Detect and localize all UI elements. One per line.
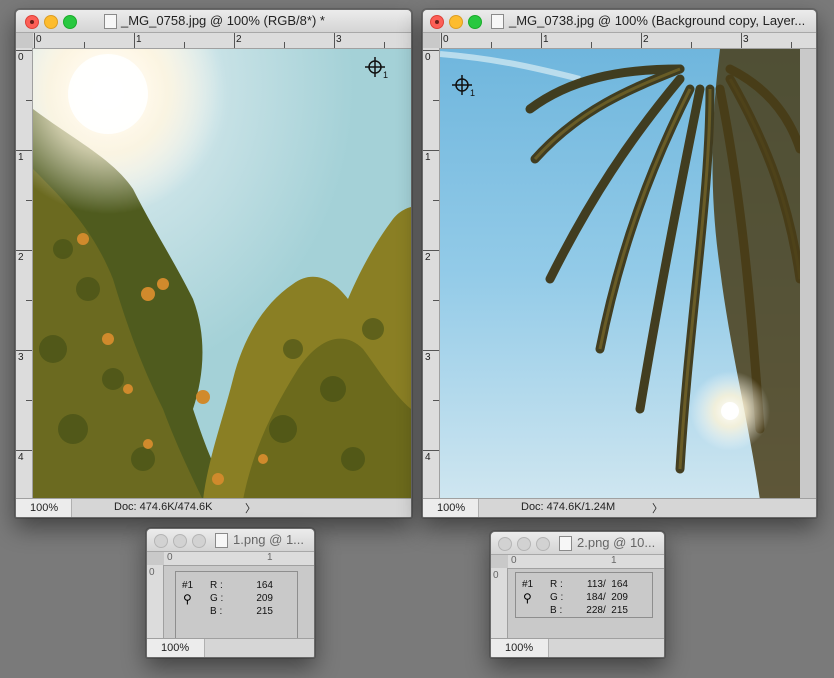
b-label: B : [210,606,223,617]
chevron-right-icon[interactable]: 〉 [652,500,663,516]
zoom-level[interactable]: 100% [16,499,72,517]
zoom-button[interactable] [63,15,77,29]
sampler-number: 1 [470,88,476,98]
window-title: 1.png @ 1... [233,532,305,547]
title-bar[interactable]: 1.png @ 1... [147,529,314,552]
vertical-ruler[interactable]: 0 1 2 3 4 [16,48,33,499]
horizontal-ruler[interactable]: 0 1 [508,555,664,569]
b-value: 215 [256,606,273,617]
vertical-ruler[interactable]: 0 1 2 3 4 [423,48,440,499]
minimize-button[interactable] [517,537,531,551]
status-bar: 100% Doc: 474.6K/474.6K 〉 [16,498,411,517]
sampler-id: #1 [522,579,534,590]
window-title: _MG_0758.jpg @ 100% (RGB/8*) * [121,13,325,28]
ruler-label: 4 [425,452,431,463]
ruler-label: 3 [336,34,342,45]
status-bar: 100% [147,638,314,657]
ruler-label: 3 [18,352,24,363]
image-canvas[interactable]: 1 [33,49,411,500]
color-sampler-icon[interactable]: 1 [452,75,476,99]
ruler-label: 0 [443,34,449,45]
status-bar: 100% Doc: 474.6K/1.24M 〉 [423,498,816,517]
r-value: 113/ 164 [587,579,628,590]
status-bar: 100% [491,638,664,657]
g-label: G : [550,592,564,603]
zoom-button[interactable] [536,537,550,551]
ruler-label: 1 [18,152,24,163]
title-bar[interactable]: _MG_0738.jpg @ 100% (Background copy, La… [423,10,816,33]
ruler-label: 0 [425,52,431,63]
vertical-ruler[interactable]: 0 [147,565,164,639]
doc-size[interactable]: Doc: 474.6K/474.6K [114,501,212,513]
ruler-label: 1 [425,152,431,163]
document-window-right[interactable]: _MG_0738.jpg @ 100% (Background copy, La… [422,9,817,518]
color-sampler-icon[interactable]: 1 [365,57,389,81]
zoom-button[interactable] [192,534,206,548]
doc-size[interactable]: Doc: 474.6K/1.24M [521,501,615,513]
b-value: 228/ 215 [586,605,628,616]
document-icon [559,536,572,551]
ruler-label: 1 [543,34,549,45]
document-icon [104,14,117,29]
vertical-ruler[interactable]: 0 [491,568,508,639]
window-title: _MG_0738.jpg @ 100% (Background copy, La… [509,13,806,28]
ruler-label: 2 [18,252,24,263]
image-canvas[interactable]: 1 [440,49,800,500]
sampler-id: #1 [182,580,194,591]
minimize-button[interactable] [44,15,58,29]
document-icon [491,14,504,29]
ruler-label: 0 [167,552,173,563]
horizontal-ruler[interactable]: 0 1 2 3 [440,33,816,49]
info-readout: #1 ⚲ R : G : B : 113/ 164 184/ 209 228/ … [515,572,653,618]
ruler-label: 0 [511,555,517,566]
ruler-label: 3 [425,352,431,363]
ruler-label: 4 [18,452,24,463]
horizontal-ruler[interactable]: 0 1 2 3 [33,33,411,49]
b-label: B : [550,605,563,616]
title-bar[interactable]: _MG_0758.jpg @ 100% (RGB/8*) * [16,10,411,33]
g-value: 184/ 209 [586,592,628,603]
ruler-label: 2 [643,34,649,45]
zoom-level[interactable]: 100% [491,639,549,657]
eyedropper-icon: ⚲ [523,591,532,605]
palm-tree-photo [440,49,800,500]
r-label: R : [550,579,563,590]
close-button[interactable] [498,537,512,551]
sampler-number: 1 [383,70,389,80]
r-value: 164 [256,580,273,591]
info-window-right[interactable]: 2.png @ 10... 0 1 0 #1 ⚲ R : G : B : 113… [490,531,665,658]
ruler-label: 0 [493,570,499,581]
ruler-label: 0 [18,52,24,63]
close-button[interactable] [430,15,444,29]
info-window-left[interactable]: 1.png @ 1... 0 1 0 #1 ⚲ R : G : B : 164 … [146,528,315,658]
window-title: 2.png @ 10... [577,535,656,550]
eyedropper-icon: ⚲ [183,592,192,606]
zoom-button[interactable] [468,15,482,29]
ruler-label: 1 [136,34,142,45]
ruler-label: 0 [36,34,42,45]
chevron-right-icon[interactable]: 〉 [245,500,256,516]
info-readout: #1 ⚲ R : G : B : 164 209 215 [175,571,298,641]
r-label: R : [210,580,223,591]
zoom-level[interactable]: 100% [147,639,205,657]
document-icon [215,533,228,548]
ruler-label: 2 [236,34,242,45]
zoom-level[interactable]: 100% [423,499,479,517]
g-value: 209 [256,593,273,604]
ruler-label: 3 [743,34,749,45]
document-window-left[interactable]: _MG_0758.jpg @ 100% (RGB/8*) * 0 1 2 3 0… [15,9,412,518]
g-label: G : [210,593,224,604]
minimize-button[interactable] [173,534,187,548]
minimize-button[interactable] [449,15,463,29]
ruler-label: 1 [611,555,617,566]
ruler-label: 1 [267,552,273,563]
ruler-label: 2 [425,252,431,263]
horizontal-ruler[interactable]: 0 1 [164,552,314,566]
title-bar[interactable]: 2.png @ 10... [491,532,664,555]
orange-tree-photo [33,49,411,500]
ruler-label: 0 [149,567,155,578]
close-button[interactable] [25,15,39,29]
close-button[interactable] [154,534,168,548]
